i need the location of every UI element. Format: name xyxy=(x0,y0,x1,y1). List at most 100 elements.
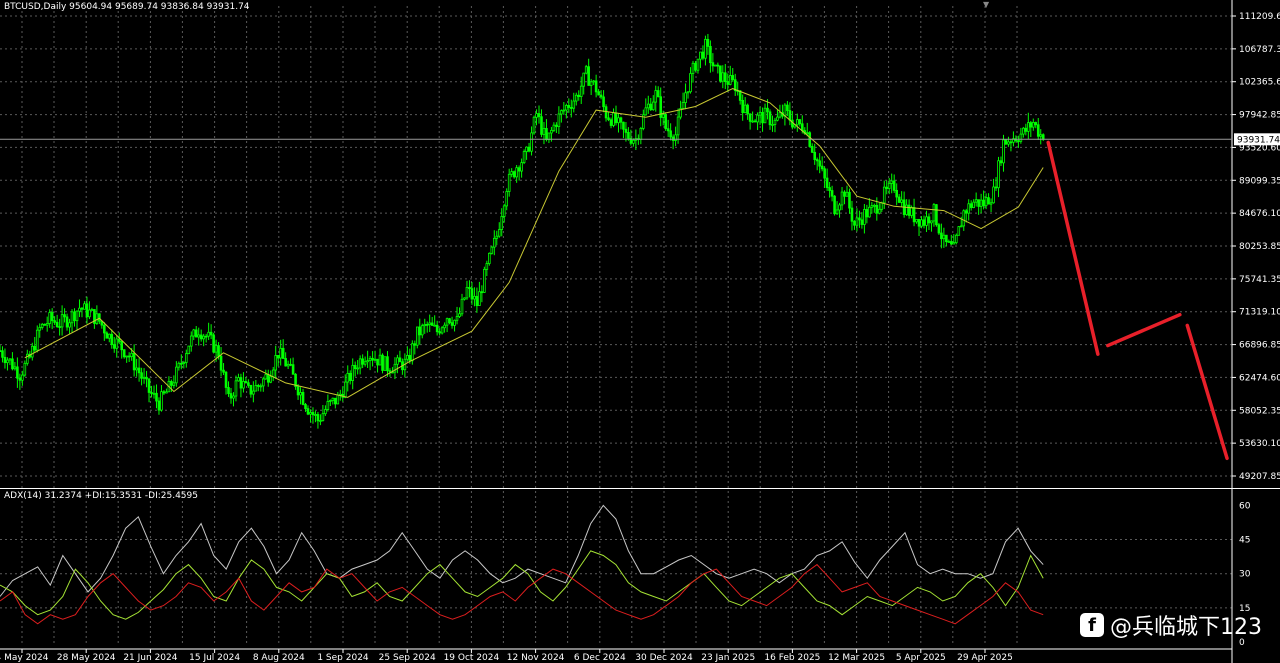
candle-body xyxy=(269,376,273,383)
candle-body xyxy=(40,323,44,328)
candle-body xyxy=(492,237,496,248)
candle-body xyxy=(406,355,409,360)
candle-body xyxy=(286,363,290,367)
candle-body xyxy=(728,75,732,85)
candle-body xyxy=(43,323,47,326)
candle-body xyxy=(13,366,17,370)
candle-body xyxy=(609,119,613,126)
candle-body xyxy=(103,324,106,334)
candle-body xyxy=(510,171,513,175)
candle-body xyxy=(415,326,419,346)
candle-body xyxy=(1017,140,1020,143)
candle-body xyxy=(249,384,253,395)
candle-body xyxy=(8,358,12,361)
candle-body xyxy=(125,355,128,358)
candle-body xyxy=(855,217,859,226)
candle-body xyxy=(925,216,928,226)
date-tick-label: 23 Jan 2025 xyxy=(701,653,755,663)
candle-body xyxy=(135,367,138,371)
candle-body xyxy=(33,345,37,351)
candle-body xyxy=(880,202,884,210)
candle-body xyxy=(247,382,250,386)
candle-body xyxy=(48,312,51,324)
candle-body xyxy=(1007,141,1010,145)
candle-body xyxy=(160,391,163,411)
candle-body xyxy=(952,242,956,245)
candle-body xyxy=(632,139,635,144)
candle-body xyxy=(23,362,27,376)
candle-body xyxy=(828,187,831,191)
date-tick-label: 4 May 2024 xyxy=(0,653,49,663)
candle-body xyxy=(353,364,357,370)
candle-body xyxy=(458,313,461,317)
candle-body xyxy=(691,62,695,74)
candle-body xyxy=(689,73,692,93)
candle-body xyxy=(696,58,700,71)
candle-body xyxy=(1024,127,1028,132)
candle-body xyxy=(1034,122,1038,126)
candle-body xyxy=(719,65,722,82)
candle-body xyxy=(552,124,556,131)
candle-body xyxy=(227,387,230,394)
candle-body xyxy=(838,204,841,211)
candle-body xyxy=(314,414,317,416)
candle-body xyxy=(1009,141,1013,144)
candle-body xyxy=(738,90,742,101)
candle-body xyxy=(550,129,553,134)
candle-body xyxy=(122,349,126,358)
price-tick-label: 53630.10 xyxy=(1239,439,1280,449)
candle-body xyxy=(930,220,933,224)
candle-body xyxy=(825,177,829,188)
candle-body xyxy=(671,136,675,141)
chart-shift-marker-icon[interactable]: ▼ xyxy=(983,0,989,9)
candle-body xyxy=(761,111,764,124)
adx-series-adx xyxy=(0,504,1044,597)
candle-body xyxy=(1036,124,1040,137)
candle-body xyxy=(1022,127,1025,135)
candle-body xyxy=(343,381,347,398)
candle-body xyxy=(232,395,235,399)
candle-body xyxy=(853,220,856,226)
candle-body xyxy=(800,123,804,131)
candle-body xyxy=(651,101,655,111)
candle-body xyxy=(597,91,600,96)
candle-body xyxy=(234,380,238,397)
price-tick-label: 111209.60 xyxy=(1239,12,1280,22)
candle-body xyxy=(105,332,109,339)
candle-body xyxy=(110,333,114,345)
candle-body xyxy=(890,180,894,184)
candle-body xyxy=(969,203,973,208)
projection-segment xyxy=(1106,312,1182,348)
candle-body xyxy=(905,204,908,215)
candle-body xyxy=(954,234,958,244)
candle-body xyxy=(940,232,943,240)
candle-body xyxy=(535,113,538,118)
candle-body xyxy=(778,112,782,118)
candle-body xyxy=(279,347,282,359)
candle-body xyxy=(58,326,61,328)
candle-body xyxy=(915,218,918,223)
candle-body xyxy=(599,94,603,98)
candle-body xyxy=(512,171,516,178)
candle-body xyxy=(376,358,379,366)
candle-body xyxy=(587,66,590,86)
candle-body xyxy=(545,128,548,141)
candle-body xyxy=(607,117,610,121)
candle-body xyxy=(758,111,762,116)
candle-body xyxy=(910,207,913,216)
candle-body xyxy=(130,352,133,357)
candle-body xyxy=(284,358,287,367)
candle-body xyxy=(299,392,302,396)
candle-body xyxy=(885,186,889,189)
candle-body xyxy=(112,344,116,349)
candle-body xyxy=(974,199,978,203)
candle-body xyxy=(194,329,198,338)
candle-body xyxy=(85,303,89,318)
candle-body xyxy=(224,371,228,388)
candle-body xyxy=(709,45,712,64)
date-tick-label: 16 Feb 2025 xyxy=(764,653,820,663)
candle-body xyxy=(537,113,541,118)
candle-body xyxy=(756,114,759,123)
candle-body xyxy=(140,372,143,379)
price-tick-label: 89099.35 xyxy=(1239,176,1280,186)
